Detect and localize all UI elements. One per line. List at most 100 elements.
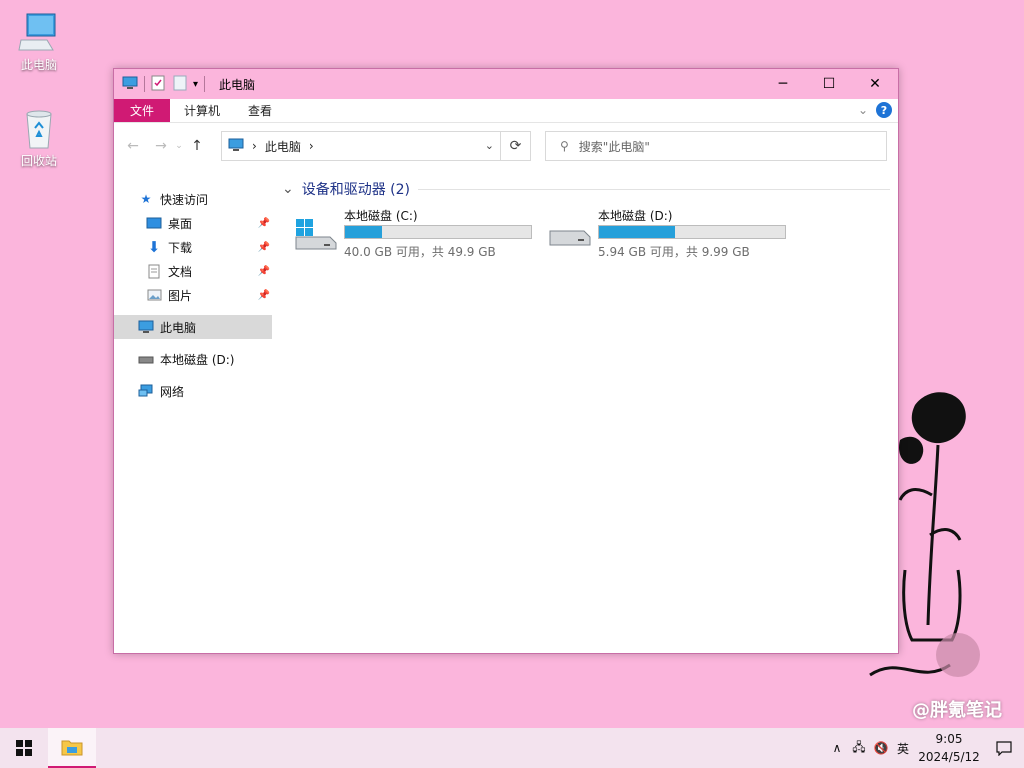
group-header[interactable]: ⌄ 设备和驱动器 (2) <box>282 179 890 199</box>
sidebar-item-documents[interactable]: 文档 📌 <box>114 259 272 283</box>
network-icon <box>138 383 154 399</box>
clock-date: 2024/5/12 <box>918 750 980 764</box>
drive-icon <box>549 230 591 246</box>
explorer-window: ▾ 此电脑 ─ ☐ ✕ 文件 计算机 查看 ⌄ ? ← → ⌄ ↑ › 此电脑 … <box>113 68 899 654</box>
show-hidden-icons-icon[interactable]: ∧ <box>826 728 848 768</box>
sidebar-item-label: 此电脑 <box>160 320 197 335</box>
address-bar[interactable]: › 此电脑 › ⌄ <box>221 131 501 161</box>
address-dropdown-icon[interactable]: ⌄ <box>485 139 494 152</box>
pin-icon[interactable]: 📌 <box>258 218 270 229</box>
search-icon: ⚲ <box>560 139 569 153</box>
clock[interactable]: 9:05 2024/5/12 <box>914 730 984 766</box>
drive-item-d[interactable]: 本地磁盘 (D:) 5.94 GB 可用，共 9.99 GB <box>528 205 786 259</box>
computer-icon <box>138 319 154 335</box>
sidebar-item-label: 文档 <box>168 264 193 279</box>
sidebar-item-desktop[interactable]: 桌面 📌 <box>114 211 272 235</box>
group-title: 设备和驱动器 (2) <box>301 182 411 198</box>
sidebar-item-this-pc[interactable]: 此电脑 <box>114 315 272 339</box>
navigation-bar: ← → ⌄ ↑ › 此电脑 › ⌄ ⟳ ⚲ 搜索"此电脑" <box>114 123 898 169</box>
drive-usage-fill <box>599 226 676 238</box>
drive-item-c[interactable]: 本地磁盘 (C:) 40.0 GB 可用，共 49.9 GB <box>274 205 532 259</box>
sidebar-item-label: 本地磁盘 (D:) <box>160 352 235 367</box>
sidebar-item-network[interactable]: 网络 <box>114 379 272 403</box>
desktop-icon <box>146 215 162 231</box>
sidebar-item-quick-access[interactable]: ★ 快速访问 <box>114 187 272 211</box>
desktop-icon-label: 此电脑 <box>20 58 57 72</box>
maximize-button[interactable]: ☐ <box>806 69 852 99</box>
desktop-icon-this-pc[interactable]: 此电脑 <box>7 10 71 73</box>
network-status-icon[interactable]: 🖧 <box>848 728 870 768</box>
drive-usage-fill <box>345 226 383 238</box>
taskbar: ∧ 🖧 🔇 英 9:05 2024/5/12 <box>0 728 1024 768</box>
system-drive-icon <box>295 219 337 250</box>
quick-access-toolbar: ▾ <box>114 69 211 99</box>
folder-icon <box>61 740 83 756</box>
drive-name: 本地磁盘 (C:) <box>344 209 418 223</box>
ribbon-tabs: 文件 计算机 查看 ⌄ ? <box>114 99 898 123</box>
drive-space-info: 5.94 GB 可用，共 9.99 GB <box>598 245 750 259</box>
taskbar-file-explorer[interactable] <box>48 728 96 768</box>
breadcrumb-chevron-icon[interactable]: › <box>252 139 257 153</box>
drive-space-info: 40.0 GB 可用，共 49.9 GB <box>344 245 496 259</box>
breadcrumb-chevron-icon[interactable]: › <box>309 139 314 153</box>
watermark-text: @胖氪笔记 <box>912 700 1002 721</box>
system-tray: ∧ 🖧 🔇 英 9:05 2024/5/12 <box>826 728 1024 768</box>
group-divider <box>418 188 890 190</box>
up-button[interactable]: ↑ <box>186 135 208 157</box>
properties-icon[interactable] <box>151 75 165 94</box>
search-placeholder: 搜索"此电脑" <box>578 139 650 154</box>
desktop-icon-recycle-bin[interactable]: 回收站 <box>7 106 71 169</box>
sidebar-item-label: 桌面 <box>168 216 193 231</box>
desktop-icon-label: 回收站 <box>20 154 57 168</box>
tab-computer[interactable]: 计算机 <box>170 99 234 122</box>
download-icon: ⬇ <box>147 238 161 256</box>
forward-button[interactable]: → <box>150 135 172 157</box>
sidebar-item-drive-d[interactable]: 本地磁盘 (D:) <box>114 347 272 371</box>
sidebar-item-downloads[interactable]: ⬇ 下载 📌 <box>114 235 272 259</box>
pin-icon[interactable]: 📌 <box>258 242 270 253</box>
ime-indicator[interactable]: 英 <box>892 728 914 768</box>
minimize-button[interactable]: ─ <box>760 69 806 99</box>
windows-logo-icon <box>16 740 32 756</box>
pictures-icon <box>146 287 162 303</box>
customize-dropdown-icon[interactable]: ▾ <box>193 79 198 90</box>
start-button[interactable] <box>0 728 48 768</box>
drive-usage-bar <box>598 225 786 239</box>
volume-muted-icon[interactable]: 🔇 <box>870 728 892 768</box>
computer-icon <box>228 138 244 155</box>
search-box[interactable]: ⚲ 搜索"此电脑" <box>545 131 887 161</box>
sidebar-item-label: 下载 <box>168 240 193 255</box>
clock-time: 9:05 <box>935 732 963 746</box>
new-folder-icon[interactable] <box>173 75 187 94</box>
back-button[interactable]: ← <box>122 135 144 157</box>
refresh-button[interactable]: ⟳ <box>501 131 531 161</box>
content-pane: ⌄ 设备和驱动器 (2) 本地磁盘 (C:) 40.0 GB 可用，共 49.9… <box>274 169 898 653</box>
navigation-pane: ★ 快速访问 桌面 📌 ⬇ 下载 📌 文档 📌 图片 📌 此电脑 本地磁盘 (D… <box>114 169 272 653</box>
toolbar-separator <box>204 76 206 92</box>
notification-center-icon[interactable] <box>984 728 1024 768</box>
sidebar-item-label: 快速访问 <box>160 192 209 207</box>
title-bar: ▾ 此电脑 ─ ☐ ✕ <box>114 69 898 99</box>
close-button[interactable]: ✕ <box>852 69 898 99</box>
documents-icon <box>146 263 162 279</box>
drive-usage-bar <box>344 225 532 239</box>
sidebar-item-label: 图片 <box>168 288 193 303</box>
pin-icon[interactable]: 📌 <box>258 290 270 301</box>
sidebar-item-label: 网络 <box>160 384 185 399</box>
pin-icon[interactable]: 📌 <box>258 266 270 277</box>
drive-name: 本地磁盘 (D:) <box>598 209 673 223</box>
toolbar-separator <box>144 76 145 92</box>
computer-icon <box>18 13 56 51</box>
tab-file[interactable]: 文件 <box>114 99 171 122</box>
chevron-down-icon[interactable]: ⌄ <box>282 181 294 197</box>
help-icon[interactable]: ? <box>876 102 892 118</box>
window-title: 此电脑 <box>219 77 256 92</box>
recycle-bin-icon <box>26 110 52 149</box>
breadcrumb-this-pc[interactable]: 此电脑 <box>265 138 301 155</box>
drive-icon <box>138 351 154 367</box>
expand-ribbon-icon[interactable]: ⌄ <box>858 103 868 117</box>
sidebar-item-pictures[interactable]: 图片 📌 <box>114 283 272 307</box>
tab-view[interactable]: 查看 <box>234 99 286 122</box>
computer-icon <box>122 76 138 93</box>
recent-locations-icon[interactable]: ⌄ <box>172 135 186 157</box>
